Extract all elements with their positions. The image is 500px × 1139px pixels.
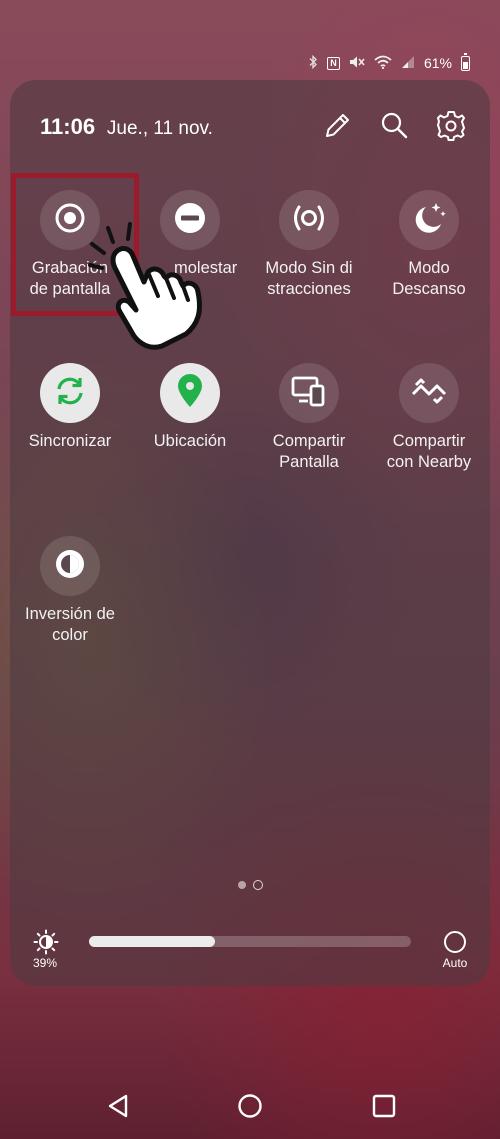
tile-label: Modo Sin di stracciones — [265, 259, 353, 298]
tile-focus-mode[interactable]: Modo Sin di stracciones — [249, 190, 369, 300]
location-icon — [175, 373, 205, 414]
tap-hand-icon — [78, 220, 218, 355]
tile-location-button[interactable] — [160, 363, 220, 423]
brightness-percent: 39% — [32, 956, 58, 970]
bluetooth-icon — [308, 54, 318, 72]
nearby-share-icon — [410, 376, 448, 411]
brightness-slider[interactable] — [89, 936, 411, 947]
navigation-bar — [0, 1090, 500, 1130]
tile-label: Modo Descanso — [392, 259, 466, 298]
tile-sync[interactable]: Sincronizar — [10, 363, 130, 452]
tile-screen-share-button[interactable] — [279, 363, 339, 423]
search-button[interactable] — [377, 110, 411, 144]
tile-label: Inversión de color — [25, 605, 115, 644]
signal-icon — [401, 55, 415, 72]
bedtime-icon — [410, 199, 448, 242]
tile-nearby-share-button[interactable] — [399, 363, 459, 423]
auto-brightness-toggle[interactable] — [444, 931, 466, 953]
home-icon — [237, 1093, 263, 1124]
back-button[interactable] — [100, 1090, 136, 1126]
settings-icon — [435, 109, 467, 146]
edit-icon — [323, 110, 353, 145]
tile-color-inversion-button[interactable] — [40, 536, 100, 596]
recents-button[interactable] — [366, 1090, 402, 1126]
nfc-icon: N — [326, 56, 340, 70]
tile-screen-share[interactable]: Compartir Pantalla — [249, 363, 369, 473]
tile-label: Ubicación — [153, 432, 227, 450]
header-datetime: 11:06 Jue., 11 nov. — [40, 114, 213, 140]
tile-focus-mode-button[interactable] — [279, 190, 339, 250]
tile-color-inversion[interactable]: Inversión de color — [10, 536, 130, 646]
mute-icon — [349, 55, 365, 72]
auto-brightness-label: Auto — [442, 956, 468, 970]
wifi-icon — [374, 55, 392, 72]
quick-settings-panel: 11:06 Jue., 11 nov. Grabación de pantall… — [10, 80, 490, 986]
recents-icon — [372, 1094, 396, 1123]
clock-date: Jue., 11 nov. — [106, 118, 213, 139]
status-bar: N 61% — [308, 52, 470, 74]
tile-label: Compartir Pantalla — [272, 432, 346, 471]
sync-icon — [53, 374, 87, 413]
clock-time: 11:06 — [40, 114, 96, 139]
color-inversion-icon — [53, 547, 87, 586]
page-dot-2[interactable] — [253, 880, 263, 890]
focus-mode-icon — [290, 201, 328, 240]
back-icon — [106, 1093, 130, 1124]
brightness-slider-fill — [89, 936, 215, 947]
tile-label: Sincronizar — [28, 432, 112, 450]
tile-location[interactable]: Ubicación — [130, 363, 250, 452]
page-indicator — [238, 880, 263, 890]
screen-share-icon — [291, 374, 327, 413]
settings-button[interactable] — [434, 110, 468, 144]
home-button[interactable] — [232, 1090, 268, 1126]
battery-percent: 61% — [423, 55, 452, 71]
tile-bedtime-mode-button[interactable] — [399, 190, 459, 250]
page-dot-1[interactable] — [238, 881, 246, 889]
battery-icon — [461, 52, 470, 71]
tile-sync-button[interactable] — [40, 363, 100, 423]
tile-nearby-share[interactable]: Compartir con Nearby — [369, 363, 489, 473]
tile-bedtime-mode[interactable]: Modo Descanso — [369, 190, 489, 300]
tile-label: Compartir con Nearby — [386, 432, 472, 471]
edit-button[interactable] — [321, 110, 355, 144]
search-icon — [379, 110, 409, 145]
